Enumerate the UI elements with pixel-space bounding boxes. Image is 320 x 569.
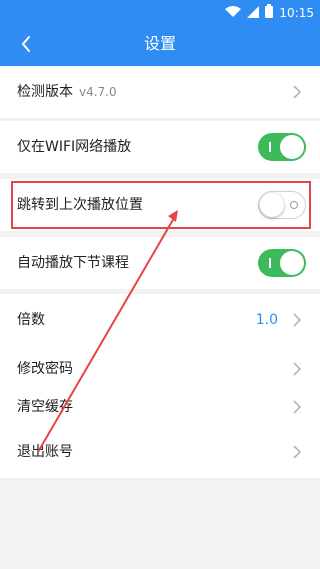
annotation-arrow (37, 210, 178, 453)
